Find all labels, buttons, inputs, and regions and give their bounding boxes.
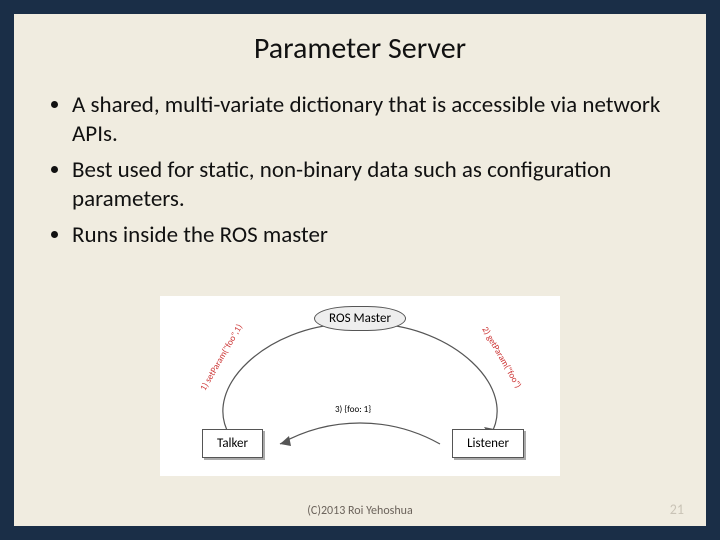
diagram-talker-node: Talker [202,429,263,458]
bullet-item: Runs inside the ROS master [72,221,672,250]
page-number: 21 [670,501,684,518]
bullet-item: Best used for static, non-binary data su… [72,156,672,215]
diagram-listener-node: Listener [452,429,524,458]
bullet-list: A shared, multi-variate dictionary that … [48,91,672,250]
bullet-item: A shared, multi-variate dictionary that … [72,91,672,150]
slide-frame: Parameter Server A shared, multi-variate… [0,0,720,540]
diagram-edge-label: 3) {foo: 1} [335,404,371,415]
diagram-master-node: ROS Master [314,306,406,331]
slide-title: Parameter Server [14,14,706,67]
slide: Parameter Server A shared, multi-variate… [14,14,706,526]
slide-body: A shared, multi-variate dictionary that … [14,67,706,250]
slide-footer: (C)2013 Roi Yehoshua [14,504,706,518]
ros-diagram: ROS Master Talker Listener 1) setParam("… [160,296,560,476]
